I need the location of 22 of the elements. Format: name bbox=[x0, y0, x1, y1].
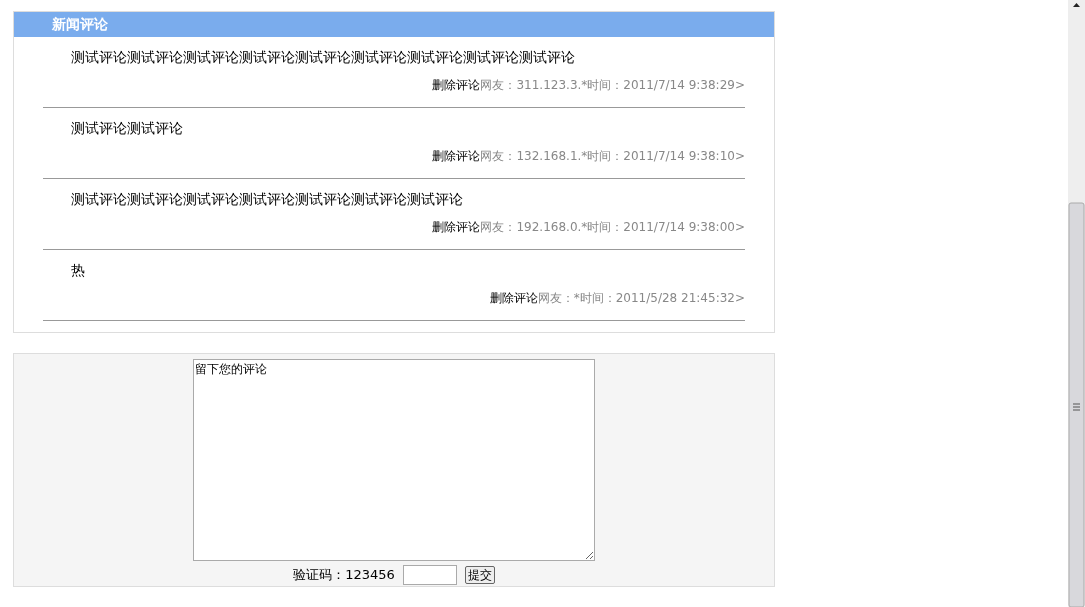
comment-text: 测试评论测试评论测试评论测试评论测试评论测试评论测试评论测试评论测试评论 bbox=[70, 48, 576, 65]
comment-time: 时间：2011/5/28 21:45:32> bbox=[579, 291, 745, 305]
comment-user: 网友：311.123.3.* bbox=[480, 78, 588, 92]
captcha-input-field[interactable] bbox=[402, 565, 457, 585]
comment-textarea[interactable]: 留下您的评论 bbox=[193, 359, 595, 561]
delete-comment-link[interactable]: 删除评论 bbox=[489, 291, 538, 305]
delete-comment-link[interactable]: 删除评论 bbox=[432, 220, 481, 234]
comment-time: 时间：2011/7/14 9:38:29> bbox=[587, 78, 745, 92]
comment-user: 网友：132.168.1.* bbox=[480, 149, 588, 163]
comment-user: 网友：192.168.0.* bbox=[480, 220, 588, 234]
panel-header: 新闻评论 bbox=[14, 11, 774, 37]
delete-comment-link[interactable]: 删除评论 bbox=[432, 149, 481, 163]
comment-text: 热 bbox=[70, 261, 86, 278]
comment-time: 时间：2011/7/14 9:38:10> bbox=[587, 149, 745, 163]
captcha-label: 验证码：123456 bbox=[293, 566, 395, 584]
submit-button[interactable]: 提交 bbox=[464, 566, 495, 584]
comment-time: 时间：2011/7/14 9:38:00> bbox=[587, 220, 745, 234]
comment-text: 测试评论测试评论测试评论测试评论测试评论测试评论测试评论 bbox=[70, 190, 464, 207]
comment-text: 测试评论测试评论 bbox=[70, 119, 184, 136]
scrollbar[interactable] bbox=[1068, 0, 1085, 607]
comment-user: 网友：* bbox=[537, 291, 580, 305]
delete-comment-link[interactable]: 删除评论 bbox=[432, 78, 481, 92]
